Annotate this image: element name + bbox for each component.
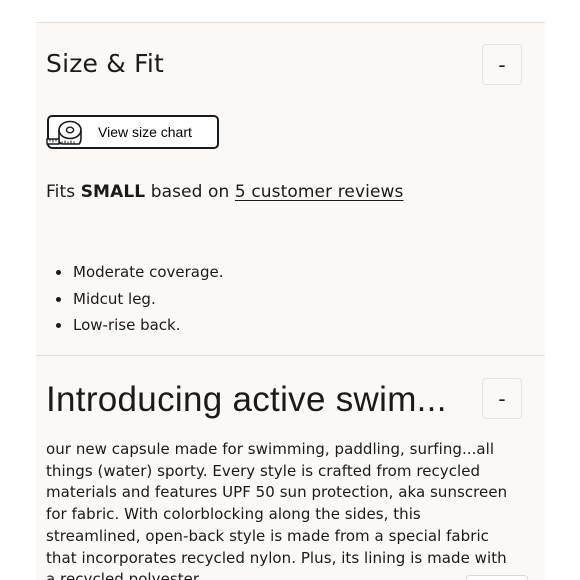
list-item: Low-rise back.: [72, 312, 224, 339]
fit-size: SMALL: [80, 182, 146, 202]
intro-title: Introducing active swim...: [46, 380, 447, 419]
size-fit-collapse-button[interactable]: -: [482, 44, 522, 85]
intro-collapse-button[interactable]: -: [482, 378, 522, 419]
measuring-tape-icon: [46, 120, 82, 145]
fit-middle: based on: [150, 182, 230, 202]
fit-summary: Fits SMALL based on 5 customer reviews: [46, 182, 403, 202]
size-fit-section: Size & Fit - View size chart Fits SMALL …: [36, 22, 545, 355]
view-size-chart-button[interactable]: View size chart: [46, 115, 219, 149]
fit-features-list: Moderate coverage. Midcut leg. Low-rise …: [72, 259, 224, 339]
floating-button[interactable]: [466, 575, 528, 580]
list-item: Midcut leg.: [72, 286, 224, 313]
size-fit-title: Size & Fit: [46, 49, 165, 78]
intro-section: Introducing active swim... - our new cap…: [36, 355, 545, 580]
list-item: Moderate coverage.: [72, 259, 224, 286]
size-chart-label: View size chart: [98, 124, 192, 140]
customer-reviews-link[interactable]: 5 customer reviews: [235, 182, 404, 202]
fit-prefix: Fits: [46, 182, 76, 202]
intro-description: our new capsule made for swimming, paddl…: [46, 440, 508, 580]
